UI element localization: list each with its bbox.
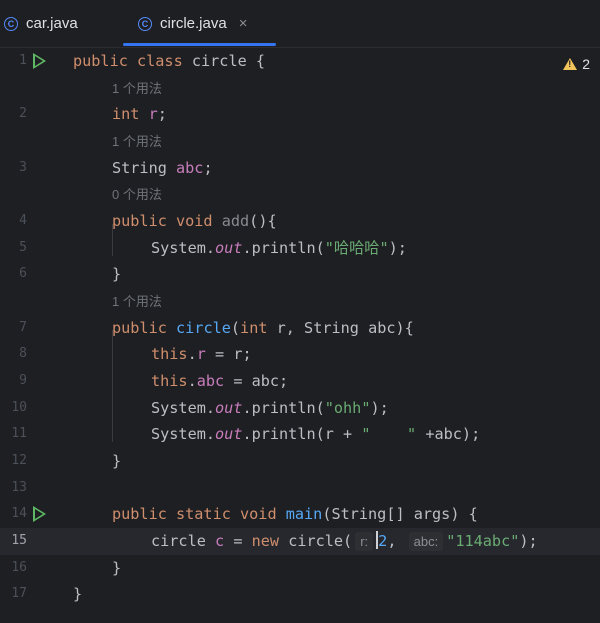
close-icon[interactable]: × — [239, 15, 248, 32]
usage-hint[interactable]: 1 个用法 — [112, 134, 162, 149]
code-text: System.out.println(r + " " +abc); — [151, 425, 481, 443]
code-line-14: 14 public static void main(String[] args… — [0, 501, 600, 528]
usage-hint-row: 0 个用法 — [0, 181, 600, 208]
code-line-9: 9 this.abc = abc; — [0, 368, 600, 395]
usage-hint-row: 1 个用法 — [0, 128, 600, 155]
code-text: public void add(){ — [112, 212, 277, 230]
java-class-icon: C — [4, 16, 18, 31]
code-line-16: 16 } — [0, 555, 600, 582]
code-line-8: 8 this.r = r; — [0, 341, 600, 368]
code-text: } — [112, 265, 122, 283]
usage-hint[interactable]: 1 个用法 — [112, 294, 162, 309]
code-line-4: 4 public void add(){ — [0, 208, 600, 235]
line-number: 13 — [11, 480, 27, 495]
tab-label: circle.java — [160, 15, 227, 32]
run-icon[interactable] — [33, 506, 46, 522]
code-text: } — [112, 452, 122, 470]
active-tab-indicator — [123, 43, 276, 46]
editor-tab-bar: C car.java C circle.java × — [0, 0, 600, 48]
code-editor[interactable]: 1 public class circle { 1 个用法 2 int r; 1… — [0, 48, 600, 623]
line-number: 10 — [11, 400, 27, 415]
code-line-6: 6 } — [0, 261, 600, 288]
tab-label: car.java — [26, 15, 78, 32]
line-number: 7 — [19, 320, 27, 335]
code-line-11: 11 System.out.println(r + " " +abc); — [0, 421, 600, 448]
line-number: 17 — [11, 586, 27, 601]
usage-hint[interactable]: 1 个用法 — [112, 81, 162, 96]
code-text: int r; — [112, 105, 167, 123]
usage-hint-row: 1 个用法 — [0, 75, 600, 102]
code-text: this.abc = abc; — [151, 372, 289, 390]
code-text: System.out.println("哈哈哈"); — [151, 239, 407, 257]
tab-circle-java[interactable]: C circle.java × — [138, 0, 247, 47]
line-number: 4 — [19, 213, 27, 228]
code-line-2: 2 int r; — [0, 101, 600, 128]
code-text: public circle(int r, String abc){ — [112, 319, 414, 337]
line-number: 8 — [19, 346, 27, 361]
code-line-12: 12 } — [0, 448, 600, 475]
usage-hint[interactable]: 0 个用法 — [112, 187, 162, 202]
code-text: } — [112, 559, 122, 577]
parameter-hint: r: — [355, 532, 374, 551]
line-number: 1 — [19, 53, 27, 68]
tab-car-java[interactable]: C car.java — [4, 0, 78, 47]
code-line-13: 13 — [0, 475, 600, 502]
line-number: 11 — [11, 426, 27, 441]
line-number: 14 — [11, 506, 27, 521]
line-number: 2 — [19, 106, 27, 121]
code-line-10: 10 System.out.println("ohh"); — [0, 395, 600, 422]
code-line-7: 7 public circle(int r, String abc){ — [0, 315, 600, 342]
code-text: this.r = r; — [151, 345, 252, 363]
line-number: 5 — [19, 240, 27, 255]
code-line-3: 3 String abc; — [0, 155, 600, 182]
parameter-hint: abc: — [408, 532, 444, 551]
java-class-icon: C — [138, 16, 152, 31]
line-number: 9 — [19, 373, 27, 388]
line-number: 3 — [19, 160, 27, 175]
code-line-17: 17 } — [0, 581, 600, 608]
code-line-15-current: 15 circle c = new circle(r: 2, abc: "114ab… — [0, 528, 600, 555]
code-text: System.out.println("ohh"); — [151, 399, 389, 417]
code-line-5: 5 System.out.println("哈哈哈"); — [0, 235, 600, 262]
code-text: circle c = new circle(r: 2, abc: "114abc")… — [151, 531, 538, 551]
line-number: 12 — [11, 453, 27, 468]
line-number: 6 — [19, 266, 27, 281]
code-line-1: 1 public class circle { — [0, 48, 600, 75]
line-number: 16 — [11, 560, 27, 575]
code-text: } — [73, 585, 83, 603]
line-number: 15 — [11, 533, 27, 548]
code-text: String abc; — [112, 159, 213, 177]
code-text: public static void main(String[] args) { — [112, 505, 478, 523]
code-text: public class circle { — [73, 52, 266, 70]
usage-hint-row: 1 个用法 — [0, 288, 600, 315]
run-icon[interactable] — [33, 53, 46, 69]
